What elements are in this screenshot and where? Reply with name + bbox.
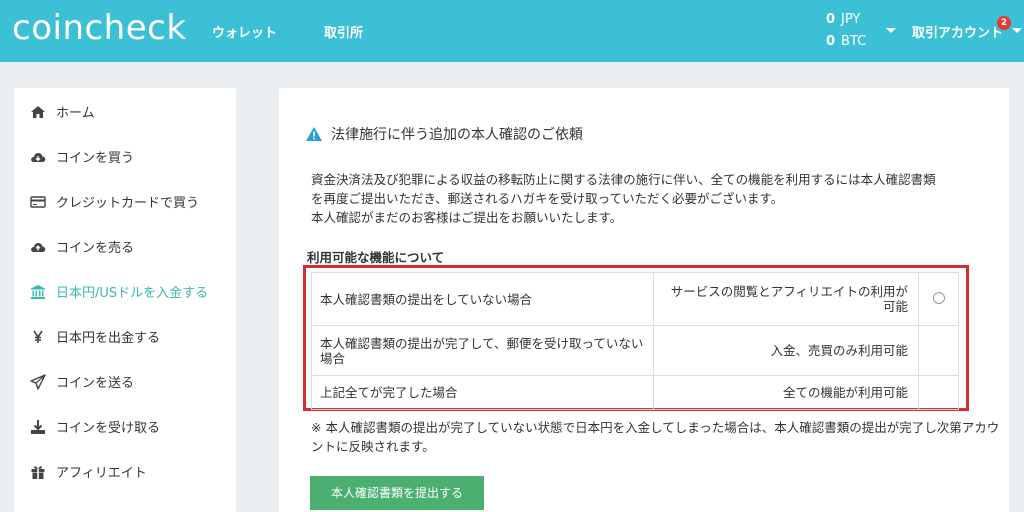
notification-badge: 2 (997, 16, 1011, 30)
sidebar-item-receive-coin[interactable]: コインを受け取る (30, 417, 160, 436)
notice-title-text: 法律施行に伴う追加の本人確認のご依頼 (331, 127, 583, 143)
balance-btc-currency: BTC (841, 34, 867, 49)
status-radio[interactable] (932, 291, 945, 304)
sidebar-item-credit-card[interactable]: クレジットカードで買う (30, 192, 199, 211)
cloud-upload-icon (30, 239, 46, 255)
submit-id-documents-button[interactable]: 本人確認書類を提出する (310, 476, 484, 510)
features-table: 本人確認書類の提出をしていない場合 サービスの閲覧とアフィリエイトの利用が可能 … (310, 272, 959, 410)
sidebar-item-label: コインを買う (56, 151, 135, 166)
condition-cell: 本人確認書類の提出をしていない場合 (310, 272, 655, 326)
warning-icon (306, 127, 322, 141)
balance-btc-amount: 0 (826, 34, 836, 49)
notice-title: 法律施行に伴う追加の本人確認のご依頼 (305, 124, 583, 144)
sidebar-item-label: コインを売る (56, 241, 135, 256)
table-row: 上記全てが完了した場合 全ての機能が利用可能 (310, 375, 959, 410)
account-menu[interactable]: 取引アカウント (912, 22, 1003, 41)
nav-wallet[interactable]: ウォレット (212, 22, 277, 41)
condition-cell: 上記全てが完了した場合 (310, 375, 655, 410)
description-line: を再度ご提出いただき、郵送されるハガキを受け取っていただく必要がございます。 (311, 191, 784, 206)
paper-plane-icon (30, 373, 46, 390)
availability-cell: 入金、売買のみ利用可能 (653, 325, 920, 376)
sidebar-item-label: コインを送る (56, 376, 135, 391)
footnote: ※ 本人確認書類の提出が完了していない状態で日本円を入金してしまった場合は、本人… (311, 420, 1000, 454)
sidebar-item-label: 日本円を出金する (56, 331, 161, 346)
table-row: 本人確認書類の提出をしていない場合 サービスの閲覧とアフィリエイトの利用が可能 (310, 272, 959, 326)
download-icon (30, 419, 46, 435)
home-icon (30, 104, 46, 120)
sidebar-item-label: クレジットカードで買う (56, 196, 200, 211)
sidebar-item-sell-coin[interactable]: コインを売る (30, 237, 134, 256)
balance-summary[interactable]: 0 JPY 0 BTC (826, 9, 866, 53)
condition-cell: 本人確認書類の提出が完了して、郵便を受け取っていない場合 (310, 325, 655, 376)
credit-card-icon (30, 194, 46, 210)
availability-cell: 全ての機能が利用可能 (653, 375, 920, 410)
status-cell (918, 272, 959, 326)
sidebar-item-send-coin[interactable]: コインを送る (30, 372, 134, 391)
bank-icon (30, 284, 46, 300)
coincheck-logo[interactable]: coincheck (12, 8, 187, 48)
sidebar-item-affiliate[interactable]: アフィリエイト (30, 462, 147, 481)
sidebar-item-label: 日本円/USドルを入金する (56, 286, 209, 301)
sidebar: ホーム コインを買う クレジットカードで買う コインを売る 日本円/USドルを入… (14, 88, 236, 512)
balance-jpy-currency: JPY (841, 12, 861, 27)
nav-exchange[interactable]: 取引所 (324, 22, 363, 41)
main-panel: 法律施行に伴う追加の本人確認のご依頼 資金決済法及び犯罪による収益の移転防止に関… (279, 88, 1009, 512)
status-cell (918, 375, 959, 410)
description-line: 本人確認がまだのお客様はご提出をお願いいたします。 (311, 210, 623, 225)
status-cell (918, 325, 959, 376)
sidebar-item-home[interactable]: ホーム (30, 102, 95, 121)
sidebar-item-withdraw[interactable]: 日本円を出金する (30, 327, 160, 346)
sidebar-item-buy-coin[interactable]: コインを買う (30, 147, 134, 166)
account-chevron-down-icon[interactable] (1012, 28, 1022, 33)
availability-cell: サービスの閲覧とアフィリエイトの利用が可能 (653, 272, 920, 326)
sidebar-item-label: コインを受け取る (56, 421, 161, 436)
table-row: 本人確認書類の提出が完了して、郵便を受け取っていない場合 入金、売買のみ利用可能 (310, 325, 959, 376)
balance-jpy: 0 JPY (826, 9, 866, 31)
sidebar-item-label: アフィリエイト (56, 466, 147, 481)
cloud-download-icon (30, 149, 46, 165)
balance-jpy-amount: 0 (826, 12, 836, 27)
yen-icon (30, 329, 46, 345)
top-header: coincheck ウォレット 取引所 0 JPY 0 BTC 取引アカウント … (0, 0, 1024, 62)
gift-icon (30, 464, 46, 480)
balance-chevron-down-icon[interactable] (886, 28, 896, 33)
balance-btc: 0 BTC (826, 31, 866, 53)
description-line: 資金決済法及び犯罪による収益の移転防止に関する法律の施行に伴い、全ての機能を利用… (311, 172, 936, 187)
notice-description: 資金決済法及び犯罪による収益の移転防止に関する法律の施行に伴い、全ての機能を利用… (311, 170, 1001, 227)
features-heading: 利用可能な機能について (307, 250, 445, 265)
sidebar-item-deposit[interactable]: 日本円/USドルを入金する (30, 282, 208, 301)
sidebar-item-label: ホーム (56, 106, 95, 121)
